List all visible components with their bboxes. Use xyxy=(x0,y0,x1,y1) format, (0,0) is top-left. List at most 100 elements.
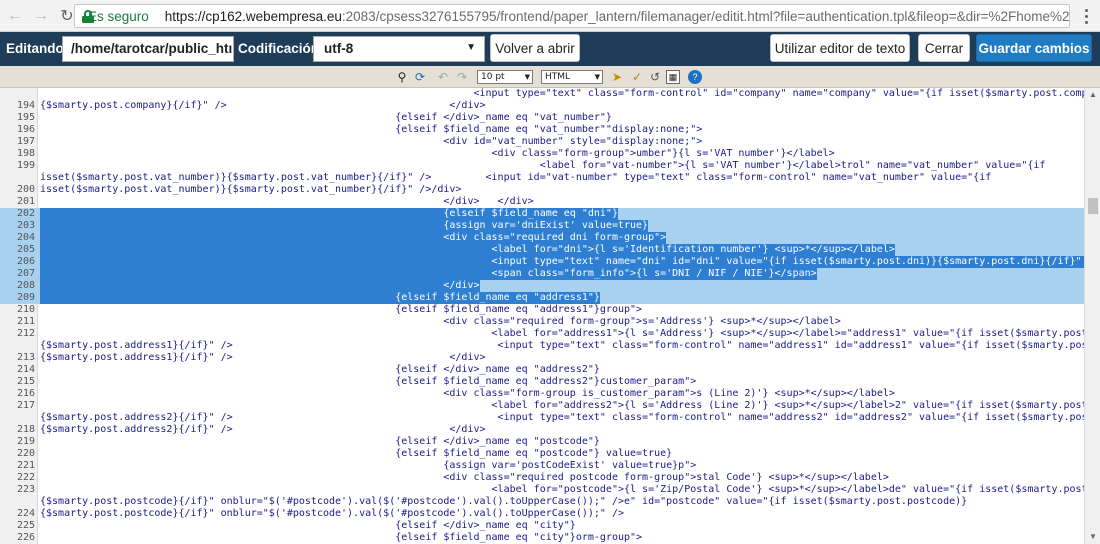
code-line[interactable]: 203 {assign var='dniExist' value=true} xyxy=(0,220,1084,232)
line-code: {elseif </div>_name eq "address2"} xyxy=(40,364,600,375)
code-line[interactable]: 204 <div class="required dni form-group"… xyxy=(0,232,1084,244)
scroll-down-icon[interactable]: ▼ xyxy=(1085,530,1100,544)
code-line[interactable]: <input type="text" class="form-control" … xyxy=(0,88,1084,100)
code-line[interactable]: 220 {elseif $field_name eq "postcode"} v… xyxy=(0,448,1084,460)
search-icon[interactable]: ⚲ xyxy=(395,70,409,84)
line-code: {elseif $field_name eq "address2"}custom… xyxy=(40,376,697,387)
text-editor-button[interactable]: Utilizar editor de texto xyxy=(770,34,910,62)
back-arrow-icon[interactable]: ← xyxy=(4,5,26,27)
code-line[interactable]: 196 {elseif $field_name eq "vat_number""… xyxy=(0,124,1084,136)
line-number: 199 xyxy=(16,160,35,171)
toggle-autocomplete-icon[interactable]: ➤ xyxy=(610,70,624,84)
code-line[interactable]: 210 {elseif $field_name eq "address1"}gr… xyxy=(0,304,1084,316)
code-line[interactable]: 216 <div class="form-group is_customer_p… xyxy=(0,388,1084,400)
line-code: {elseif </div>_name eq "postcode"} xyxy=(40,436,600,447)
code-line[interactable]: 208 </div> xyxy=(0,280,1084,292)
line-number: 208 xyxy=(16,280,35,291)
code-line[interactable]: 202 {elseif $field_name eq "dni"} xyxy=(0,208,1084,220)
line-number: 214 xyxy=(16,364,35,375)
code-line[interactable]: {$smarty.post.postcode}{/if}" onblur="$(… xyxy=(0,496,1084,508)
code-line[interactable]: isset($smarty.post.vat_number)}{$smarty.… xyxy=(0,172,1084,184)
line-number: 198 xyxy=(16,148,35,159)
editing-label: Editando: xyxy=(6,41,69,56)
line-number: 204 xyxy=(16,232,35,243)
highlight-icon[interactable]: ✓ xyxy=(630,70,644,84)
code-line[interactable]: 194 {$smarty.post.company}{/if}" /> </div… xyxy=(0,100,1084,112)
code-line[interactable]: 201 </div> </div> xyxy=(0,196,1084,208)
line-code: <div class="required postcode form-group… xyxy=(40,472,889,483)
code-line[interactable]: 197 <div id="vat_number" style="display:… xyxy=(0,136,1084,148)
line-code: {elseif $field_name eq "address1"}group"… xyxy=(40,304,643,315)
scroll-up-icon[interactable]: ▲ xyxy=(1085,88,1100,102)
code-line[interactable]: 222 <div class="required postcode form-g… xyxy=(0,472,1084,484)
editarea-toolbar: ⚲ ⟳ ↶ ↷ 10 pt ▼ HTML ▼ ➤ ✓ ↺ ▦ ? xyxy=(0,66,1100,88)
line-code: {$smarty.post.postcode}{/if}" onblur="$(… xyxy=(40,496,968,507)
code-line[interactable]: 209 {elseif $field_name eq "address1"} xyxy=(0,292,1084,304)
line-number: 212 xyxy=(16,328,35,339)
code-line[interactable]: 214 {elseif </div>_name eq "address2"} xyxy=(0,364,1084,376)
line-number: 210 xyxy=(16,304,35,315)
code-line[interactable]: 195 {elseif </div>_name eq "vat_number"} xyxy=(0,112,1084,124)
code-line[interactable]: 213 {$smarty.post.address1}{/if}" /> </di… xyxy=(0,352,1084,364)
line-number: 215 xyxy=(16,376,35,387)
code-line[interactable]: 215 {elseif $field_name eq "address2"}cu… xyxy=(0,376,1084,388)
syntax-select[interactable]: HTML ▼ xyxy=(541,70,603,84)
code-line[interactable]: 221 {assign var='postCodeExist' value=tr… xyxy=(0,460,1084,472)
code-line[interactable]: 219 {elseif </div>_name eq "postcode"} xyxy=(0,436,1084,448)
line-number: 202 xyxy=(16,208,35,219)
save-button[interactable]: Guardar cambios xyxy=(976,34,1092,62)
code-line[interactable]: 206 <input type="text" name="dni" id="dn… xyxy=(0,256,1084,268)
code-line[interactable]: {$smarty.post.address1}{/if}" /> <input … xyxy=(0,340,1084,352)
more-menu-icon[interactable] xyxy=(1076,6,1096,26)
code-line[interactable]: 207 <span class="form_info">{l s='DNI / … xyxy=(0,268,1084,280)
font-size-select[interactable]: 10 pt ▼ xyxy=(477,70,533,84)
code-editor[interactable]: <input type="text" class="form-control" … xyxy=(0,88,1100,544)
forward-arrow-icon[interactable]: → xyxy=(30,5,52,27)
line-code: {$smarty.post.postcode}{/if}" onblur="$(… xyxy=(40,508,624,519)
code-line[interactable]: 224 {$smarty.post.postcode}{/if}" onblur=… xyxy=(0,508,1084,520)
line-code: {elseif </div>_name eq "city"} xyxy=(40,520,576,531)
encoding-value: utf-8 xyxy=(324,41,354,56)
code-line[interactable]: 212 <label for="address1">{l s='Address'… xyxy=(0,328,1084,340)
help-icon[interactable]: ? xyxy=(688,70,702,84)
line-code: </div> </div> xyxy=(40,196,534,207)
code-line[interactable]: 199 <label for="vat-number">{l s='VAT nu… xyxy=(0,160,1084,172)
line-number: 218 xyxy=(16,424,35,435)
code-line[interactable]: 226 {elseif $field_name eq "city"}orm-gr… xyxy=(0,532,1084,544)
code-line[interactable]: 200 isset($smarty.post.vat_number)}{$smar… xyxy=(0,184,1084,196)
address-bar[interactable]: Es seguro https://cp162.webempresa.eu:20… xyxy=(74,4,1070,28)
line-number: 221 xyxy=(16,460,35,471)
line-code: <label for="address1">{l s='Address'} <s… xyxy=(40,328,1084,339)
dropdown-arrow-icon: ▼ xyxy=(594,73,600,81)
reset-highlight-icon[interactable]: ↺ xyxy=(648,70,662,84)
line-number: 209 xyxy=(16,292,35,303)
line-code: {assign var='postCodeExist' value=true}p… xyxy=(40,460,697,471)
code-line[interactable]: {$smarty.post.address2}{/if}" /> <input … xyxy=(0,412,1084,424)
undo-icon[interactable]: ↶ xyxy=(436,70,450,84)
code-line[interactable]: 225 {elseif </div>_name eq "city"} xyxy=(0,520,1084,532)
file-path-field[interactable]: /home/tarotcar/public_htı xyxy=(62,36,234,62)
code-line[interactable]: 205 <label for="dni">{l s='Identificatio… xyxy=(0,244,1084,256)
code-line[interactable]: 198 <div class="form-group">umber"}{l s=… xyxy=(0,148,1084,160)
close-button[interactable]: Cerrar xyxy=(918,34,970,62)
code-lines: <input type="text" class="form-control" … xyxy=(0,88,1084,544)
line-number: 203 xyxy=(16,220,35,231)
code-line[interactable]: 218 {$smarty.post.address2}{/if}" /> </di… xyxy=(0,424,1084,436)
code-line[interactable]: 211 <div class="required form-group">s='… xyxy=(0,316,1084,328)
line-number: 222 xyxy=(16,472,35,483)
fullscreen-icon[interactable]: ▦ xyxy=(666,70,680,84)
line-code: {$smarty.post.address1}{/if}" /> </div> xyxy=(40,352,486,363)
redo-icon[interactable]: ↷ xyxy=(455,70,469,84)
line-code: {elseif </div>_name eq "vat_number"} xyxy=(40,112,612,123)
url-path: :2083/cpsess3276155795/frontend/paper_la… xyxy=(341,8,1070,24)
code-line[interactable]: 223 <label for="postcode">{l s='Zip/Post… xyxy=(0,484,1084,496)
goto-line-icon[interactable]: ⟳ xyxy=(413,70,427,84)
line-number: 200 xyxy=(16,184,35,195)
code-line[interactable]: 217 <label for="address2">{l s='Address … xyxy=(0,400,1084,412)
url-host: https://cp162.webempresa.eu xyxy=(164,8,342,24)
encoding-select[interactable]: utf-8 ▼ xyxy=(313,36,485,62)
scrollbar-thumb[interactable] xyxy=(1088,198,1098,214)
reopen-button[interactable]: Volver a abrir xyxy=(490,34,580,62)
vertical-scrollbar[interactable]: ▲ ▼ xyxy=(1084,88,1100,544)
browser-toolbar: ← → ↻ Es seguro https://cp162.webempresa… xyxy=(0,0,1100,32)
